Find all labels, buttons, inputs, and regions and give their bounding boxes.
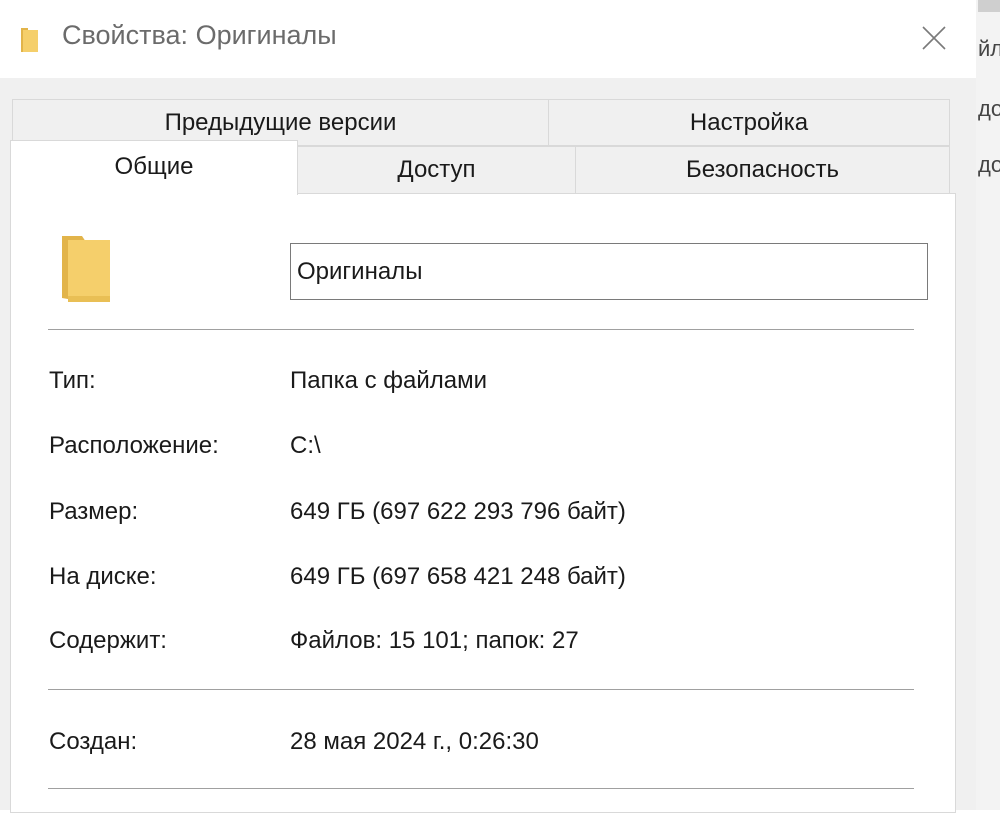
contains-label: Содержит: [49, 627, 167, 654]
window-title: Свойства: Оригиналы [62, 20, 337, 50]
location-value: C:\ [290, 432, 321, 459]
size-on-disk-value: 649 ГБ (697 658 421 248 байт) [290, 563, 626, 590]
background-text: до [978, 96, 1000, 121]
tab-label: Общие [114, 153, 194, 180]
created-label: Создан: [49, 728, 138, 755]
size-value: 649 ГБ (697 622 293 796 байт) [290, 498, 626, 525]
size-label: Размер: [49, 498, 139, 525]
close-button[interactable] [912, 16, 956, 60]
close-icon [922, 26, 946, 50]
location-label: Расположение: [49, 432, 219, 459]
contains-value: Файлов: 15 101; папок: 27 [290, 627, 579, 654]
tab-previous-versions[interactable]: Предыдущие версии [12, 99, 549, 146]
divider [48, 329, 914, 330]
tab-label: Безопасность [685, 156, 840, 183]
size-on-disk-label: На диске: [49, 563, 157, 590]
tab-customize[interactable]: Настройка [548, 99, 950, 146]
folder-name-input[interactable] [290, 243, 928, 300]
tab-sharing[interactable]: Доступ [297, 146, 576, 194]
tab-label: Доступ [397, 156, 476, 183]
folder-icon [21, 28, 38, 52]
background-text: йл [978, 36, 1000, 61]
type-value: Папка с файлами [290, 367, 488, 394]
divider [48, 788, 914, 789]
type-label: Тип: [49, 367, 96, 394]
title-bar[interactable]: Свойства: Оригиналы [0, 0, 976, 78]
created-value: 28 мая 2024 г., 0:26:30 [290, 728, 539, 755]
tab-label: Настройка [689, 108, 809, 136]
background-window-header [978, 0, 1000, 12]
properties-dialog: Свойства: Оригиналы Предыдущие версии На… [0, 0, 976, 813]
folder-icon [62, 236, 110, 302]
divider [48, 689, 914, 690]
tab-general[interactable]: Общие [10, 140, 298, 195]
background-text: до [978, 152, 1000, 177]
tab-label: Предыдущие версии [164, 108, 397, 136]
tab-security[interactable]: Безопасность [575, 146, 950, 194]
